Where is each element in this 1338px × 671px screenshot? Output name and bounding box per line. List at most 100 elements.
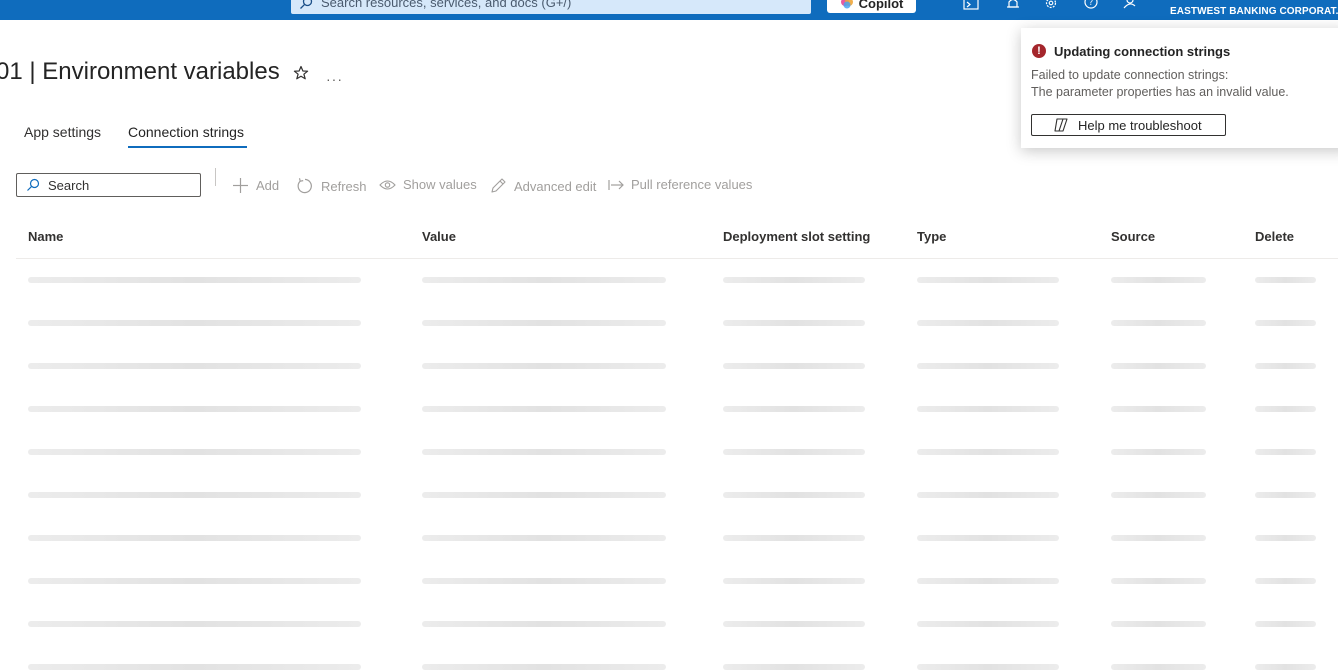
column-header-source[interactable]: Source xyxy=(1111,229,1155,244)
loading-placeholder-name xyxy=(28,535,361,541)
loading-placeholder-value xyxy=(422,449,666,455)
feedback-icon[interactable] xyxy=(1121,0,1141,12)
error-icon: ! xyxy=(1032,44,1046,58)
loading-placeholder-delete xyxy=(1255,492,1316,498)
cloud-shell-icon[interactable] xyxy=(961,0,981,12)
loading-placeholder-delete xyxy=(1255,535,1316,541)
loading-placeholder-type xyxy=(917,363,1059,369)
loading-placeholder-value xyxy=(422,664,666,670)
copilot-icon xyxy=(840,0,854,10)
loading-placeholder-deployment-slot-setting xyxy=(723,664,865,670)
column-header-delete[interactable]: Delete xyxy=(1255,229,1294,244)
grid-header-divider xyxy=(16,258,1338,259)
loading-placeholder-type xyxy=(917,621,1059,627)
refresh-button[interactable]: Refresh xyxy=(296,177,367,195)
top-bar: Search resources, services, and docs (G+… xyxy=(0,0,1338,20)
loading-placeholder-value xyxy=(422,320,666,326)
loading-placeholder-value xyxy=(422,277,666,283)
global-search-placeholder: Search resources, services, and docs (G+… xyxy=(321,0,572,10)
loading-placeholder-name xyxy=(28,578,361,584)
toolbar-divider xyxy=(215,168,216,186)
loading-placeholder-source xyxy=(1111,363,1206,369)
settings-icon[interactable] xyxy=(1041,0,1061,12)
column-header-name[interactable]: Name xyxy=(28,229,63,244)
loading-placeholder-value xyxy=(422,492,666,498)
column-header-value[interactable]: Value xyxy=(422,229,456,244)
loading-placeholder-delete xyxy=(1255,578,1316,584)
more-options-icon[interactable]: ··· xyxy=(326,71,343,87)
loading-placeholder-deployment-slot-setting xyxy=(723,578,865,584)
loading-placeholder-value xyxy=(422,535,666,541)
refresh-icon xyxy=(296,177,314,195)
loading-placeholder-type xyxy=(917,492,1059,498)
loading-placeholder-delete xyxy=(1255,406,1316,412)
loading-placeholder-deployment-slot-setting xyxy=(723,621,865,627)
tab-app-settings[interactable]: App settings xyxy=(24,124,101,140)
loading-placeholder-delete xyxy=(1255,277,1316,283)
pull-reference-values-button[interactable]: Pull reference values xyxy=(608,177,752,192)
column-header-deployment-slot-setting[interactable]: Deployment slot setting xyxy=(723,229,870,244)
advanced-edit-label: Advanced edit xyxy=(514,178,597,194)
loading-placeholder-source xyxy=(1111,320,1206,326)
loading-placeholder-name xyxy=(28,320,361,326)
loading-placeholder-type xyxy=(917,277,1059,283)
loading-placeholder-name xyxy=(28,363,361,369)
loading-placeholder-source xyxy=(1111,449,1206,455)
filter-search-input[interactable]: Search xyxy=(16,173,201,197)
active-tab-indicator xyxy=(128,146,247,148)
loading-placeholder-type xyxy=(917,449,1059,455)
notification-message-line-2: The parameter properties has an invalid … xyxy=(1031,85,1289,99)
help-me-troubleshoot-label: Help me troubleshoot xyxy=(1078,117,1202,133)
copilot-label: Copilot xyxy=(858,0,904,11)
loading-placeholder-delete xyxy=(1255,664,1316,670)
search-icon xyxy=(299,0,313,10)
notifications-icon[interactable] xyxy=(1003,0,1023,12)
eye-icon xyxy=(379,179,396,191)
notification-title: Updating connection strings xyxy=(1054,44,1231,59)
column-header-type[interactable]: Type xyxy=(917,229,946,244)
notification-message: Failed to update connection strings: The… xyxy=(1031,67,1289,101)
add-label: Add xyxy=(256,178,280,193)
loading-placeholder-type xyxy=(917,535,1059,541)
loading-placeholder-source xyxy=(1111,621,1206,627)
advanced-edit-button[interactable]: Advanced edit xyxy=(489,177,596,195)
refresh-label: Refresh xyxy=(321,178,367,194)
loading-placeholder-deployment-slot-setting xyxy=(723,277,865,283)
search-icon xyxy=(26,178,40,192)
loading-placeholder-type xyxy=(917,320,1059,326)
loading-placeholder-source xyxy=(1111,277,1206,283)
loading-placeholder-deployment-slot-setting xyxy=(723,320,865,326)
help-icon[interactable]: ? xyxy=(1081,0,1101,12)
loading-placeholder-type xyxy=(917,578,1059,584)
loading-placeholder-delete xyxy=(1255,320,1316,326)
loading-placeholder-name xyxy=(28,406,361,412)
copilot-icon xyxy=(1052,117,1070,133)
arrow-right-bar-icon xyxy=(608,179,624,191)
organization-name[interactable]: EASTWEST BANKING CORPORAT... xyxy=(1170,6,1338,17)
show-values-label: Show values xyxy=(403,177,477,192)
loading-placeholder-deployment-slot-setting xyxy=(723,449,865,455)
favorite-star-icon[interactable] xyxy=(293,65,309,81)
loading-placeholder-value xyxy=(422,578,666,584)
notification-message-line-1: Failed to update connection strings: xyxy=(1031,68,1229,82)
error-notification-toast: ! Updating connection strings Failed to … xyxy=(1021,28,1338,148)
loading-placeholder-name xyxy=(28,449,361,455)
copilot-button[interactable]: Copilot xyxy=(827,0,916,13)
global-search-box[interactable]: Search resources, services, and docs (G+… xyxy=(291,0,811,14)
loading-placeholder-value xyxy=(422,363,666,369)
loading-placeholder-deployment-slot-setting xyxy=(723,363,865,369)
help-me-troubleshoot-button[interactable]: Help me troubleshoot xyxy=(1031,114,1226,136)
loading-placeholder-name xyxy=(28,664,361,670)
loading-placeholder-delete xyxy=(1255,363,1316,369)
loading-placeholder-source xyxy=(1111,578,1206,584)
loading-placeholder-name xyxy=(28,277,361,283)
loading-placeholder-deployment-slot-setting xyxy=(723,535,865,541)
svg-text:?: ? xyxy=(1089,0,1093,7)
show-values-button[interactable]: Show values xyxy=(379,177,477,192)
page-title: 01 | Environment variables xyxy=(0,58,280,85)
tab-connection-strings[interactable]: Connection strings xyxy=(128,124,244,140)
plus-icon xyxy=(232,177,249,194)
loading-placeholder-delete xyxy=(1255,449,1316,455)
loading-placeholder-type xyxy=(917,406,1059,412)
add-button[interactable]: Add xyxy=(232,177,279,194)
